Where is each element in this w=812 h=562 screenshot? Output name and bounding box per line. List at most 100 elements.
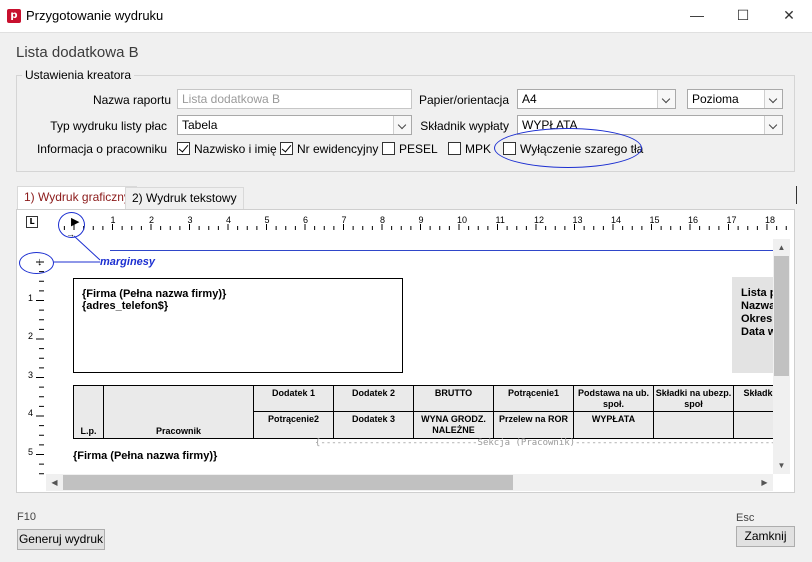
ruler-number: 2 (28, 331, 34, 341)
ruler-number: 14 (611, 215, 622, 225)
column-header: Dodatek 1 (253, 385, 333, 411)
column-header: Składki na ubezp. społ (653, 385, 733, 411)
ruler-number: 2 (149, 215, 155, 225)
table-header: L.p. Pracownik Dodatek 1 Dodatek 2 BRUTT… (73, 385, 773, 439)
close-icon[interactable]: ✕ (766, 0, 812, 30)
report-info-box: Lista p Nazwa Okres Data w (732, 277, 773, 373)
column-header (733, 411, 773, 438)
check-icon (178, 142, 189, 153)
checkbox-mpk[interactable] (448, 142, 461, 155)
margins-annotation: marginesy (100, 256, 156, 268)
horizontal-scrollbar[interactable]: ◀ ▶ (46, 474, 773, 491)
f10-shortcut-label: F10 (17, 511, 36, 523)
highlight-oval (494, 128, 642, 168)
column-header: Dodatek 2 (333, 385, 413, 411)
chevron-down-icon[interactable] (393, 116, 411, 134)
ruler-number: 5 (28, 446, 34, 457)
margin-handle-icon[interactable]: ▶ (71, 215, 79, 228)
employee-info-label: Informacja o pracowniku (36, 142, 167, 156)
scroll-down-icon[interactable]: ▼ (773, 457, 790, 474)
ruler-number: 11 (495, 215, 505, 225)
annotation-connector (54, 235, 101, 263)
tab-text-print[interactable]: 2) Wydruk tekstowy (125, 187, 244, 209)
report-name-input[interactable]: Lista dodatkowa B (177, 89, 412, 109)
ruler-number: 10 (457, 215, 468, 225)
orientation-select[interactable]: Pozioma (687, 89, 783, 109)
ruler-number: 15 (649, 215, 660, 225)
chevron-down-icon[interactable] (764, 116, 782, 134)
ruler-number: 4 (28, 408, 34, 418)
column-employee: Pracownik (103, 385, 253, 438)
check-icon (281, 142, 292, 153)
checkbox-record-number-label: Nr ewidencyjny (297, 142, 379, 156)
column-header: Przelew na ROR (493, 411, 573, 438)
ruler-number: 7 (341, 215, 347, 225)
section-company-field: {Firma (Pełna nazwa firmy)} (73, 450, 218, 462)
close-button[interactable]: Zamknij (736, 526, 795, 547)
checkbox-name-surname-label: Nazwisko i imię (194, 142, 277, 156)
ruler-number: 17 (726, 215, 737, 225)
page-title: Lista dodatkowa B (16, 44, 139, 61)
paper-select-value: A4 (522, 92, 537, 106)
chevron-down-icon[interactable] (764, 90, 782, 108)
generate-print-button[interactable]: Generuj wydruk (17, 529, 105, 550)
settings-group-title: Ustawienia kreatora (22, 68, 135, 82)
vertical-ruler-labels: 1 2 3 4 5 (26, 238, 46, 478)
ruler-number: 13 (572, 215, 583, 225)
column-header: Potrącenie1 (493, 385, 573, 411)
ruler-corner-button[interactable]: L (26, 216, 38, 228)
company-address-field: {adres_telefon$} (82, 300, 169, 312)
column-header (653, 411, 733, 438)
column-header: Podstawa na ub. społ. (573, 385, 653, 411)
checkbox-name-surname[interactable] (177, 142, 190, 155)
ruler-number: 6 (303, 215, 309, 225)
orientation-select-value: Pozioma (692, 92, 739, 106)
minimize-icon[interactable]: — (674, 0, 720, 30)
tab-graphic-print[interactable]: 1) Wydruk graficzny (17, 186, 137, 209)
ruler-number: 12 (534, 215, 545, 225)
checkbox-pesel[interactable] (382, 142, 395, 155)
scroll-up-icon[interactable]: ▲ (773, 239, 790, 256)
payout-label: Składnik wypłaty (420, 119, 509, 133)
checkbox-pesel-label: PESEL (399, 142, 438, 156)
scroll-right-icon[interactable]: ▶ (756, 474, 773, 491)
print-type-label: Typ wydruku listy płac (50, 119, 167, 133)
page-margin-line (110, 250, 773, 251)
scroll-left-icon[interactable]: ◀ (46, 474, 63, 491)
ruler-number: 3 (28, 369, 34, 380)
vertical-scrollbar[interactable]: ▲ ▼ (773, 239, 790, 474)
title-bar: p Przygotowanie wydruku — ☐ ✕ (0, 0, 812, 32)
vertical-scroll-thumb[interactable] (774, 256, 789, 376)
print-type-select-value: Tabela (182, 118, 218, 132)
ruler-number: 5 (264, 215, 270, 225)
column-header: Dodatek 3 (333, 411, 413, 438)
horizontal-scroll-thumb[interactable] (63, 475, 513, 490)
ruler-number: 8 (380, 215, 386, 225)
report-info-line: Lista p (741, 287, 773, 299)
esc-shortcut-label: Esc (736, 512, 755, 524)
column-header: Składki zdrow (733, 385, 773, 411)
window-title: Przygotowanie wydruku (26, 8, 164, 23)
app-logo-icon: p (7, 9, 21, 23)
report-info-line: Okres (741, 313, 773, 325)
maximize-icon[interactable]: ☐ (720, 0, 766, 30)
ruler-number: 1 (28, 292, 34, 303)
chevron-down-icon[interactable] (657, 90, 675, 108)
margin-down-arrow-icon[interactable]: ↓ (37, 256, 43, 268)
report-info-line: Data w (741, 326, 773, 338)
ruler-number: 1 (110, 215, 116, 225)
column-header: WYPŁATA (573, 411, 653, 438)
paper-label: Papier/orientacja (418, 93, 509, 107)
column-header: WYNA GRODZ. NALEŻNE (413, 411, 493, 438)
column-lp: L.p. (73, 385, 103, 438)
column-header: Potrącenie2 (253, 411, 333, 438)
column-header: BRUTTO (413, 385, 493, 411)
checkbox-mpk-label: MPK (465, 142, 492, 156)
section-marker: {-----------------------------Sekcja (Pr… (315, 438, 773, 448)
report-info-line: Nazwa (741, 300, 773, 312)
horizontal-ruler-labels: 1 2 3 4 5 6 7 8 9 10 11 12 13 14 15 16 17 18 (46, 214, 792, 232)
ruler-number: 9 (418, 215, 424, 225)
paper-select[interactable]: A4 (517, 89, 676, 109)
print-type-select[interactable]: Tabela (177, 115, 412, 135)
checkbox-record-number[interactable] (280, 142, 293, 155)
